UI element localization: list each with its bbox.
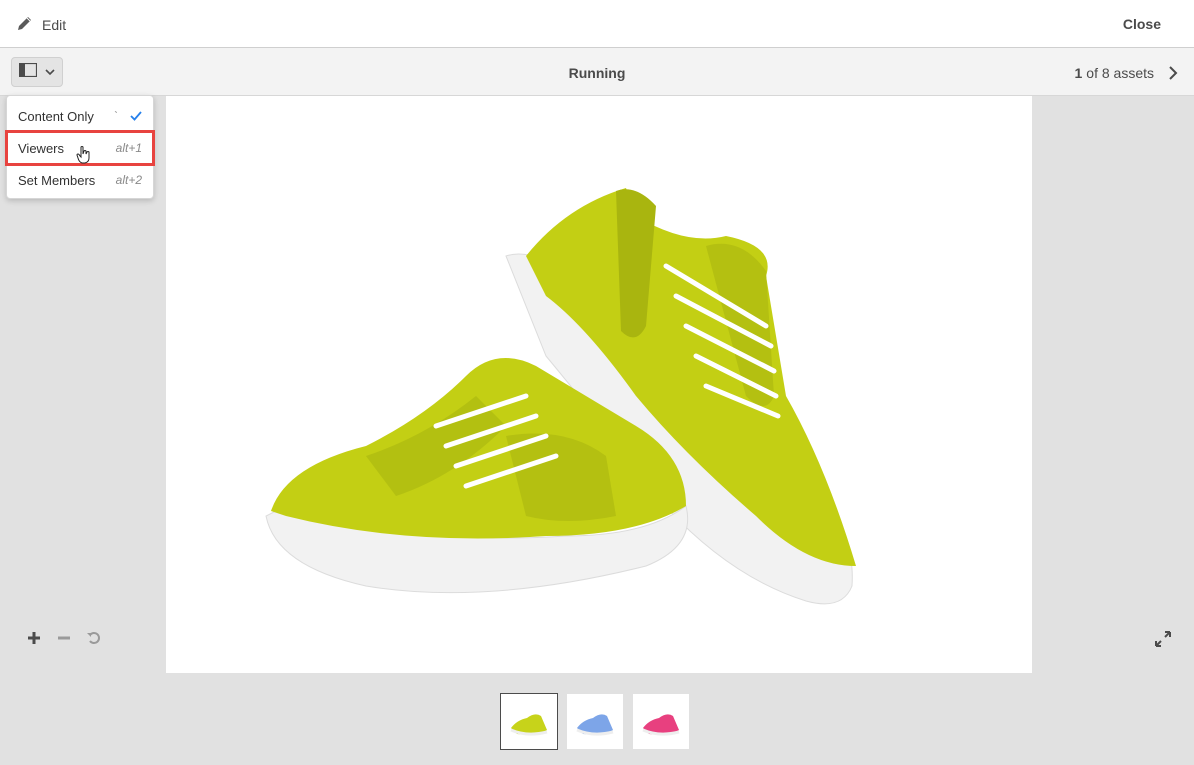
- edit-label: Edit: [42, 16, 67, 33]
- thumbnail-item[interactable]: [632, 693, 690, 750]
- close-button[interactable]: Close: [1123, 16, 1161, 32]
- zoom-out-icon[interactable]: [56, 630, 72, 646]
- menu-item-shortcut: `: [114, 109, 118, 123]
- asset-pager: 1 of 8 assets: [1075, 65, 1179, 81]
- pager-text: of 8 assets: [1086, 65, 1154, 81]
- thumbnail-item[interactable]: [566, 693, 624, 750]
- zoom-controls: [26, 630, 102, 646]
- menu-item-label: Viewers: [18, 140, 65, 156]
- menu-item-shortcut: alt+2: [115, 173, 142, 187]
- reset-zoom-icon[interactable]: [86, 630, 102, 646]
- pencil-icon: [16, 14, 34, 35]
- shoe-thumbnail: [510, 713, 548, 736]
- menu-item-label: Set Members: [18, 172, 96, 188]
- menu-item-set-members[interactable]: Set Members alt+2: [7, 164, 153, 196]
- menu-item-content-only[interactable]: Content Only `: [7, 100, 153, 132]
- view-mode-menu: Content Only ` Viewers alt+1 Set Members…: [5, 95, 155, 199]
- edit-button[interactable]: Edit: [16, 14, 66, 35]
- menu-item-shortcut: alt+1: [115, 141, 142, 155]
- fullscreen-icon[interactable]: [1154, 630, 1172, 648]
- asset-preview: [166, 96, 1032, 673]
- shoe-image: [265, 188, 856, 605]
- shoe-thumbnail: [642, 713, 680, 736]
- menu-item-viewers[interactable]: Viewers alt+1: [5, 130, 155, 166]
- chevron-right-icon[interactable]: [1168, 66, 1178, 80]
- page-title: Running: [568, 65, 626, 81]
- thumbnail-strip: [500, 693, 690, 750]
- shoe-thumbnail: [576, 713, 614, 736]
- zoom-in-icon[interactable]: [26, 630, 42, 646]
- pager-current: 1: [1074, 65, 1083, 81]
- checkmark-icon: [130, 109, 142, 124]
- top-bar: Edit Close: [0, 0, 1194, 48]
- toolbar: Running 1 of 8 assets: [0, 48, 1194, 96]
- thumbnail-item[interactable]: [500, 693, 558, 750]
- menu-item-label: Content Only: [18, 108, 94, 124]
